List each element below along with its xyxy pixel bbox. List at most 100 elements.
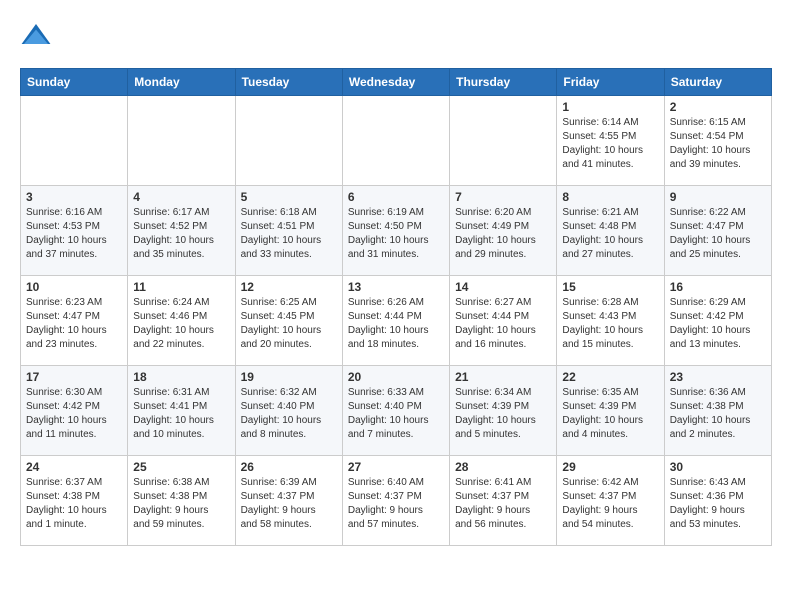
calendar-cell: 15Sunrise: 6:28 AM Sunset: 4:43 PM Dayli… <box>557 276 664 366</box>
day-number: 2 <box>670 100 766 114</box>
day-number: 1 <box>562 100 658 114</box>
day-info: Sunrise: 6:15 AM Sunset: 4:54 PM Dayligh… <box>670 116 766 172</box>
calendar-cell: 14 Sunrise: 6:27 AM Sunset: 4:44 PM Dayli… <box>450 276 557 366</box>
calendar-cell: 7Sunrise: 6:20 AM Sunset: 4:49 PM Daylig… <box>450 186 557 276</box>
day-info: Sunrise: 6:21 AM Sunset: 4:48 PM Dayligh… <box>562 206 658 262</box>
day-info: Sunrise: 6:31 AM Sunset: 4:41 PM Dayligh… <box>133 386 229 442</box>
header <box>20 20 772 52</box>
calendar-cell: 19 Sunrise: 6:32 AM Sunset: 4:40 PM Dayli… <box>235 366 342 456</box>
logo <box>20 20 56 52</box>
week-row-2: 3 Sunrise: 6:16 AM Sunset: 4:53 PM Daylig… <box>21 186 772 276</box>
weekday-header-sunday: Sunday <box>21 69 128 96</box>
day-number: 12 <box>241 280 337 294</box>
day-info: Sunrise: 6:41 AM Sunset: 4:37 PM Dayligh… <box>455 476 551 532</box>
day-number: 28 <box>455 460 551 474</box>
day-info: Sunrise: 6:43 AM Sunset: 4:36 PM Dayligh… <box>670 476 766 532</box>
weekday-header-thursday: Thursday <box>450 69 557 96</box>
calendar-cell: 10 Sunrise: 6:23 AM Sunset: 4:47 PM Dayli… <box>21 276 128 366</box>
calendar-cell: 1 Sunrise: 6:14 AM Sunset: 4:55 PM Daylig… <box>557 96 664 186</box>
day-number: 27 <box>348 460 444 474</box>
calendar-cell: 4Sunrise: 6:17 AM Sunset: 4:52 PM Daylig… <box>128 186 235 276</box>
calendar-cell: 18 Sunrise: 6:31 AM Sunset: 4:41 PM Dayli… <box>128 366 235 456</box>
calendar-table: SundayMondayTuesdayWednesdayThursdayFrid… <box>20 68 772 546</box>
day-number: 3 <box>26 190 122 204</box>
week-row-1: 1 Sunrise: 6:14 AM Sunset: 4:55 PM Daylig… <box>21 96 772 186</box>
day-number: 18 <box>133 370 229 384</box>
day-number: 5 <box>241 190 337 204</box>
calendar-header: SundayMondayTuesdayWednesdayThursdayFrid… <box>21 69 772 96</box>
calendar-cell: 21Sunrise: 6:34 AM Sunset: 4:39 PM Dayli… <box>450 366 557 456</box>
calendar-cell: 29 Sunrise: 6:42 AM Sunset: 4:37 PM Dayli… <box>557 456 664 546</box>
calendar-cell: 3 Sunrise: 6:16 AM Sunset: 4:53 PM Daylig… <box>21 186 128 276</box>
day-info: Sunrise: 6:38 AM Sunset: 4:38 PM Dayligh… <box>133 476 229 532</box>
day-info: Sunrise: 6:16 AM Sunset: 4:53 PM Dayligh… <box>26 206 122 262</box>
weekday-header-wednesday: Wednesday <box>342 69 449 96</box>
weekday-header-saturday: Saturday <box>664 69 771 96</box>
day-number: 4 <box>133 190 229 204</box>
day-info: Sunrise: 6:36 AM Sunset: 4:38 PM Dayligh… <box>670 386 766 442</box>
day-info: Sunrise: 6:28 AM Sunset: 4:43 PM Dayligh… <box>562 296 658 352</box>
day-number: 26 <box>241 460 337 474</box>
day-info: Sunrise: 6:42 AM Sunset: 4:37 PM Dayligh… <box>562 476 658 532</box>
calendar-cell: 12 Sunrise: 6:25 AM Sunset: 4:45 PM Dayli… <box>235 276 342 366</box>
day-info: Sunrise: 6:39 AM Sunset: 4:37 PM Dayligh… <box>241 476 337 532</box>
day-number: 17 <box>26 370 122 384</box>
week-row-3: 10 Sunrise: 6:23 AM Sunset: 4:47 PM Dayli… <box>21 276 772 366</box>
day-info: Sunrise: 6:22 AM Sunset: 4:47 PM Dayligh… <box>670 206 766 262</box>
day-info: Sunrise: 6:24 AM Sunset: 4:46 PM Dayligh… <box>133 296 229 352</box>
calendar-cell: 9 Sunrise: 6:22 AM Sunset: 4:47 PM Daylig… <box>664 186 771 276</box>
calendar-cell: 11 Sunrise: 6:24 AM Sunset: 4:46 PM Dayli… <box>128 276 235 366</box>
weekday-header-monday: Monday <box>128 69 235 96</box>
calendar-cell: 26 Sunrise: 6:39 AM Sunset: 4:37 PM Dayli… <box>235 456 342 546</box>
day-info: Sunrise: 6:23 AM Sunset: 4:47 PM Dayligh… <box>26 296 122 352</box>
day-number: 11 <box>133 280 229 294</box>
calendar-cell: 23 Sunrise: 6:36 AM Sunset: 4:38 PM Dayli… <box>664 366 771 456</box>
calendar-body: 1 Sunrise: 6:14 AM Sunset: 4:55 PM Daylig… <box>21 96 772 546</box>
day-number: 16 <box>670 280 766 294</box>
day-number: 25 <box>133 460 229 474</box>
calendar-cell: 27Sunrise: 6:40 AM Sunset: 4:37 PM Dayli… <box>342 456 449 546</box>
calendar-cell: 2 Sunrise: 6:15 AM Sunset: 4:54 PM Daylig… <box>664 96 771 186</box>
calendar-cell: 20Sunrise: 6:33 AM Sunset: 4:40 PM Dayli… <box>342 366 449 456</box>
week-row-4: 17 Sunrise: 6:30 AM Sunset: 4:42 PM Dayli… <box>21 366 772 456</box>
day-number: 23 <box>670 370 766 384</box>
day-number: 8 <box>562 190 658 204</box>
weekday-row: SundayMondayTuesdayWednesdayThursdayFrid… <box>21 69 772 96</box>
day-number: 14 <box>455 280 551 294</box>
day-number: 30 <box>670 460 766 474</box>
calendar-cell: 22 Sunrise: 6:35 AM Sunset: 4:39 PM Dayli… <box>557 366 664 456</box>
day-info: Sunrise: 6:32 AM Sunset: 4:40 PM Dayligh… <box>241 386 337 442</box>
day-info: Sunrise: 6:25 AM Sunset: 4:45 PM Dayligh… <box>241 296 337 352</box>
day-number: 7 <box>455 190 551 204</box>
day-number: 9 <box>670 190 766 204</box>
logo-icon <box>20 20 52 52</box>
day-number: 22 <box>562 370 658 384</box>
weekday-header-friday: Friday <box>557 69 664 96</box>
calendar-cell: 30 Sunrise: 6:43 AM Sunset: 4:36 PM Dayli… <box>664 456 771 546</box>
day-info: Sunrise: 6:27 AM Sunset: 4:44 PM Dayligh… <box>455 296 551 352</box>
day-number: 6 <box>348 190 444 204</box>
day-info: Sunrise: 6:30 AM Sunset: 4:42 PM Dayligh… <box>26 386 122 442</box>
day-number: 29 <box>562 460 658 474</box>
day-info: Sunrise: 6:37 AM Sunset: 4:38 PM Dayligh… <box>26 476 122 532</box>
calendar-cell <box>128 96 235 186</box>
day-info: Sunrise: 6:35 AM Sunset: 4:39 PM Dayligh… <box>562 386 658 442</box>
day-number: 24 <box>26 460 122 474</box>
calendar-cell: 25 Sunrise: 6:38 AM Sunset: 4:38 PM Dayli… <box>128 456 235 546</box>
calendar-cell: 17 Sunrise: 6:30 AM Sunset: 4:42 PM Dayli… <box>21 366 128 456</box>
day-info: Sunrise: 6:26 AM Sunset: 4:44 PM Dayligh… <box>348 296 444 352</box>
day-number: 21 <box>455 370 551 384</box>
calendar-cell: 28 Sunrise: 6:41 AM Sunset: 4:37 PM Dayli… <box>450 456 557 546</box>
calendar-cell: 16 Sunrise: 6:29 AM Sunset: 4:42 PM Dayli… <box>664 276 771 366</box>
day-number: 19 <box>241 370 337 384</box>
day-info: Sunrise: 6:14 AM Sunset: 4:55 PM Dayligh… <box>562 116 658 172</box>
weekday-header-tuesday: Tuesday <box>235 69 342 96</box>
week-row-5: 24 Sunrise: 6:37 AM Sunset: 4:38 PM Dayli… <box>21 456 772 546</box>
day-number: 10 <box>26 280 122 294</box>
calendar-cell <box>21 96 128 186</box>
calendar-cell: 5Sunrise: 6:18 AM Sunset: 4:51 PM Daylig… <box>235 186 342 276</box>
calendar-cell: 24 Sunrise: 6:37 AM Sunset: 4:38 PM Dayli… <box>21 456 128 546</box>
day-info: Sunrise: 6:29 AM Sunset: 4:42 PM Dayligh… <box>670 296 766 352</box>
calendar-cell: 8 Sunrise: 6:21 AM Sunset: 4:48 PM Daylig… <box>557 186 664 276</box>
calendar-cell <box>235 96 342 186</box>
